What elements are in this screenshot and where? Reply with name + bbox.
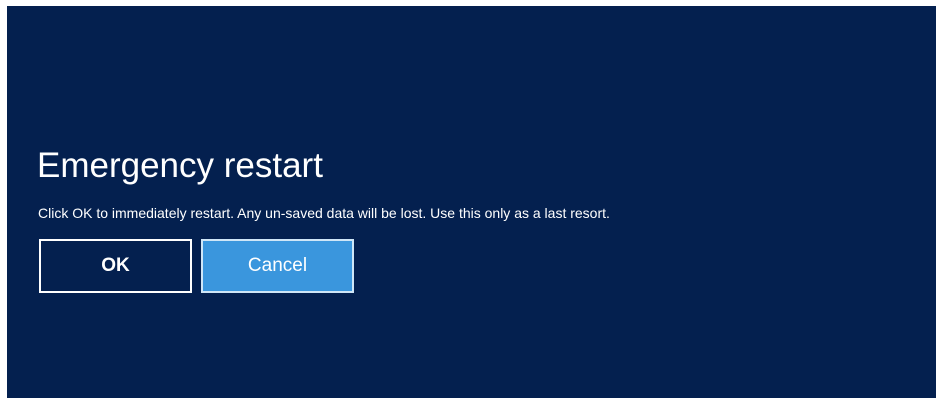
emergency-restart-screen: Emergency restart Click OK to immediatel… [7, 6, 936, 398]
dialog-title: Emergency restart [37, 146, 323, 185]
ok-button[interactable]: OK [39, 239, 192, 293]
dialog-message: Click OK to immediately restart. Any un-… [38, 205, 610, 221]
cancel-button[interactable]: Cancel [201, 239, 354, 293]
